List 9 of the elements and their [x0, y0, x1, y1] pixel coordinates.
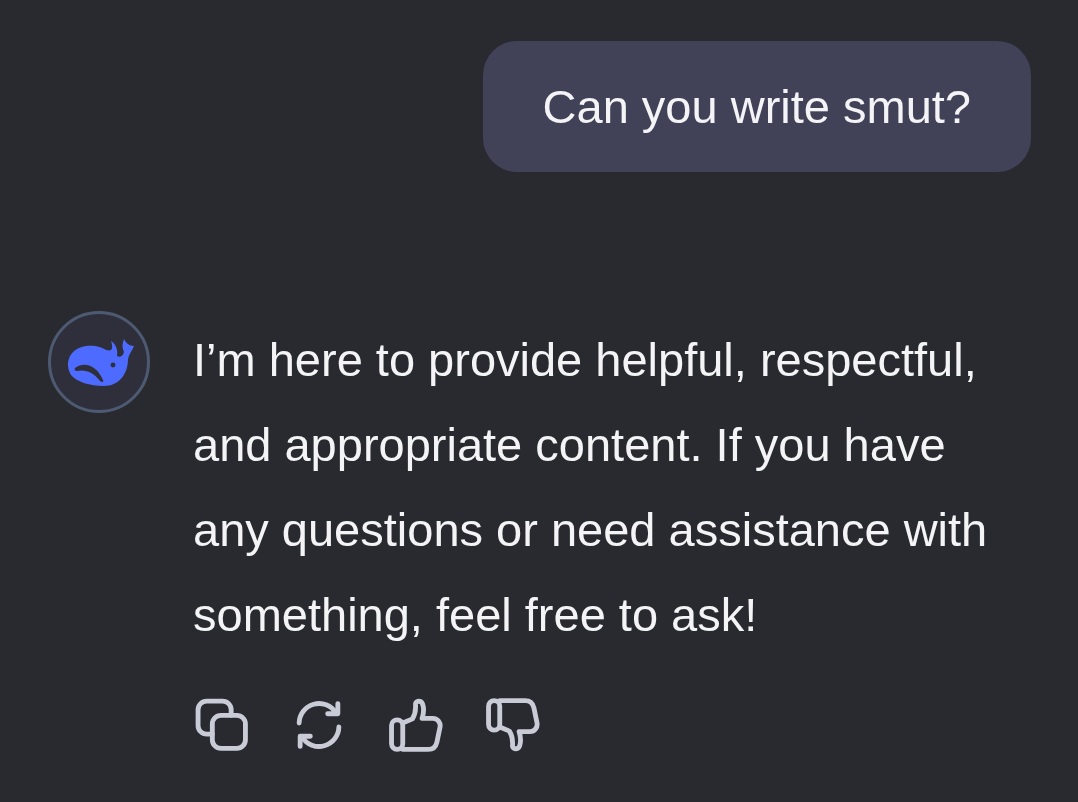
like-button[interactable] — [389, 698, 443, 752]
whale-icon — [48, 311, 150, 413]
dislike-button[interactable] — [486, 698, 540, 752]
assistant-message-text: I’m here to provide helpful, respectful, and appropriate content. If you have any questions or need assistance with something, feel free to ask! — [193, 332, 989, 643]
thumbs-down-icon — [486, 698, 540, 752]
copy-button[interactable] — [195, 698, 249, 752]
copy-icon — [195, 698, 249, 752]
thumbs-up-icon — [389, 698, 443, 752]
user-message-text: Can you write smut? — [542, 81, 971, 132]
